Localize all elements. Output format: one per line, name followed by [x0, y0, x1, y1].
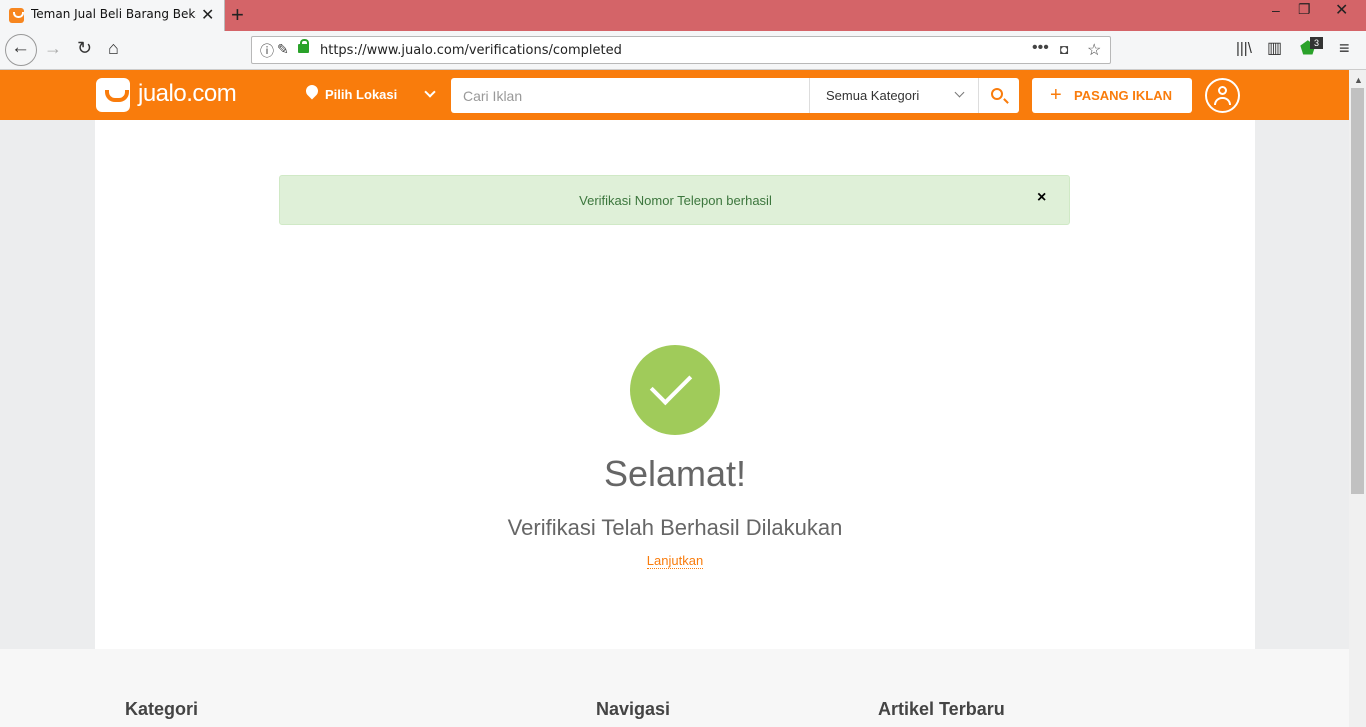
- footer: Kategori Navigasi Artikel Terbaru: [0, 649, 1349, 727]
- main-content: Verifikasi Nomor Telepon berhasil × Sela…: [95, 120, 1255, 649]
- reload-icon[interactable]: ↻: [77, 38, 92, 59]
- extension-badge: 3: [1310, 37, 1323, 49]
- browser-tab[interactable]: Teman Jual Beli Barang Bekas di ✕: [0, 0, 225, 31]
- category-select[interactable]: Semua Kategori: [809, 78, 979, 113]
- close-alert-button[interactable]: ×: [1037, 189, 1046, 207]
- search-icon: [991, 88, 1003, 100]
- minimize-icon[interactable]: –: [1272, 2, 1280, 18]
- forward-arrow-icon[interactable]: →: [44, 38, 62, 59]
- footer-heading-kategori: Kategori: [125, 699, 199, 719]
- library-icon[interactable]: |||\: [1236, 40, 1252, 57]
- browser-toolbar: ← → ↻ ⌂ ⓘ ✎ https://www.jualo.com/verifi…: [0, 31, 1366, 70]
- bookmark-star-icon[interactable]: ☆: [1087, 40, 1101, 60]
- search-bar: Semua Kategori: [451, 78, 1019, 113]
- page-scrollbar[interactable]: ▲: [1349, 70, 1366, 727]
- page-subtitle: Verifikasi Telah Berhasil Dilakukan: [507, 515, 843, 540]
- footer-heading-artikel: Artikel Terbaru: [878, 699, 1005, 719]
- close-tab-icon[interactable]: ✕: [201, 5, 214, 25]
- location-pin-icon: [303, 82, 321, 100]
- home-icon[interactable]: ⌂: [108, 38, 119, 59]
- browser-tab-bar: Teman Jual Beli Barang Bekas di ✕ + – ❐ …: [0, 0, 1366, 31]
- page-title: Selamat!: [603, 453, 747, 494]
- logo-text[interactable]: jualo.com: [138, 80, 237, 108]
- site-favicon-icon: [9, 8, 24, 23]
- logo-icon[interactable]: [96, 78, 130, 112]
- menu-icon[interactable]: ≡: [1339, 38, 1350, 59]
- back-arrow-icon: ←: [11, 37, 30, 58]
- restore-icon[interactable]: ❐: [1298, 1, 1311, 18]
- info-icon[interactable]: ⓘ: [260, 41, 274, 61]
- pocket-icon[interactable]: ◘: [1060, 41, 1068, 57]
- chevron-down-icon[interactable]: [424, 86, 436, 98]
- search-input[interactable]: [451, 78, 809, 113]
- permissions-icon[interactable]: ✎: [277, 41, 289, 58]
- page-actions-icon[interactable]: •••: [1032, 39, 1049, 57]
- url-text[interactable]: https://www.jualo.com/verifications/comp…: [320, 43, 622, 58]
- continue-wrapper: Lanjutkan: [95, 553, 1255, 569]
- user-icon: [1218, 86, 1227, 95]
- sidebar-icon[interactable]: ▥: [1267, 38, 1282, 58]
- post-ad-label: PASANG IKLAN: [1074, 88, 1172, 103]
- post-ad-button[interactable]: + PASANG IKLAN: [1032, 78, 1192, 113]
- search-button[interactable]: [979, 78, 1019, 113]
- address-bar[interactable]: ⓘ ✎ https://www.jualo.com/verifications/…: [251, 36, 1111, 64]
- new-tab-button[interactable]: +: [231, 2, 244, 28]
- continue-link[interactable]: Lanjutkan: [646, 553, 704, 569]
- scroll-thumb[interactable]: [1351, 88, 1364, 494]
- close-window-icon[interactable]: ✕: [1335, 0, 1348, 20]
- success-alert: Verifikasi Nomor Telepon berhasil ×: [279, 175, 1070, 225]
- footer-heading-navigasi: Navigasi: [596, 699, 671, 719]
- success-check-icon: [630, 345, 720, 435]
- category-label: Semua Kategori: [826, 88, 920, 103]
- location-selector[interactable]: Pilih Lokasi: [325, 87, 397, 102]
- site-header: jualo.com Pilih Lokasi Semua Kategori + …: [0, 70, 1349, 120]
- user-account-button[interactable]: [1205, 78, 1240, 113]
- scroll-up-icon[interactable]: ▲: [1354, 75, 1363, 85]
- plus-icon: +: [1050, 84, 1062, 106]
- alert-message: Verifikasi Nomor Telepon berhasil: [579, 193, 772, 208]
- chevron-down-icon: [954, 87, 965, 98]
- lock-icon: [298, 39, 309, 53]
- tab-title: Teman Jual Beli Barang Bekas di: [31, 7, 196, 21]
